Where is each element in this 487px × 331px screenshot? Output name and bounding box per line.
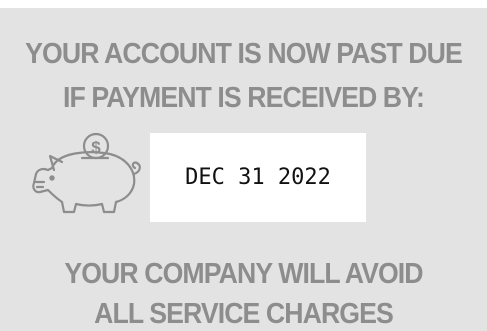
due-date: DEC 31 2022 [185,165,331,190]
due-date-box: DEC 31 2022 [150,133,366,222]
coin-dollar-symbol: $ [91,138,101,157]
past-due-headline: YOUR ACCOUNT IS NOW PAST DUE [25,38,463,70]
avoid-charges-headline: YOUR COMPANY WILL AVOID [64,258,423,290]
payment-deadline-headline: IF PAYMENT IS RECEIVED BY: [62,82,425,114]
past-due-notice-panel: YOUR ACCOUNT IS NOW PAST DUE IF PAYMENT … [0,8,487,331]
service-charges-headline: ALL SERVICE CHARGES [94,298,394,330]
piggy-eye [49,175,55,181]
piggy-body [32,151,136,214]
piggy-snout [34,180,46,189]
piggy-bank-icon: $ [32,132,141,214]
